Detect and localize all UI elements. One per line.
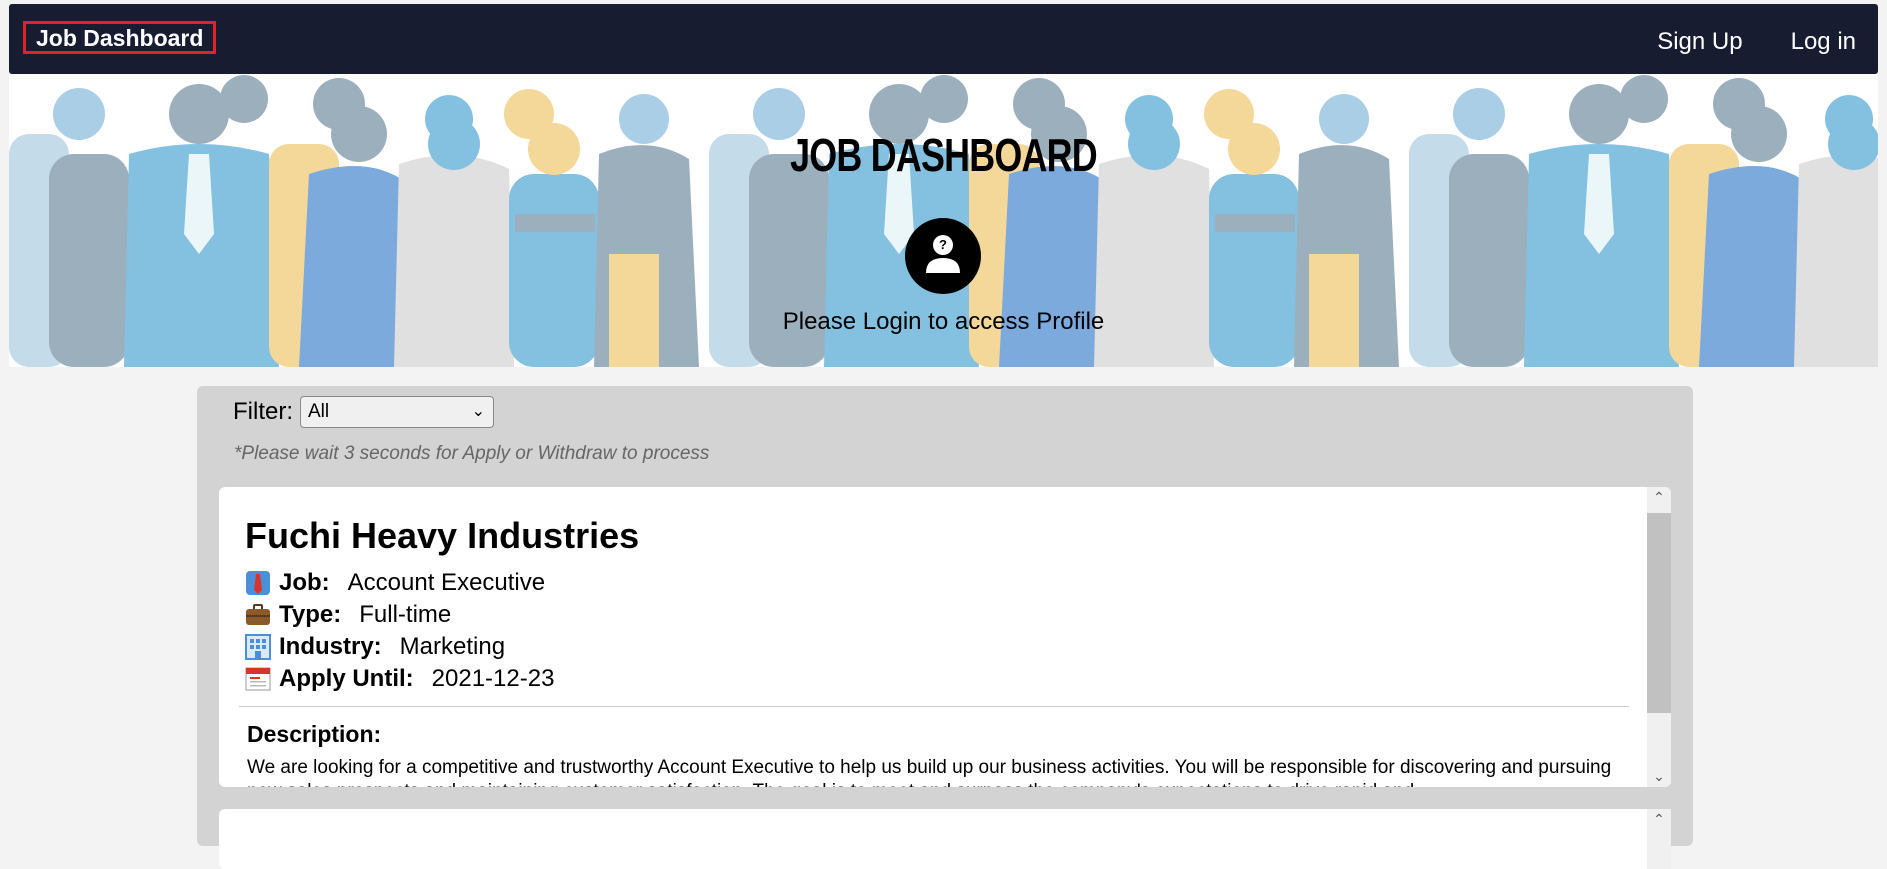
apply-until-label: Apply Until: [279, 665, 414, 692]
filter-selected-value: All [308, 401, 330, 422]
hero-title: JOB DASHBOARD [790, 129, 1098, 181]
apply-until-field: Apply Until: 2021-12-23 [245, 663, 1621, 695]
filter-row: Filter: All ⌄ [233, 396, 494, 428]
user-question-icon: ? [905, 218, 981, 294]
company-name: Fuchi Heavy Industries [245, 515, 640, 556]
card-scrollbar[interactable]: ⌃ [1647, 809, 1671, 869]
office-building-icon [245, 634, 271, 660]
processing-note: *Please wait 3 seconds for Apply or With… [234, 443, 710, 464]
brand-link[interactable]: Job Dashboard [23, 21, 217, 54]
necktie-icon [245, 570, 271, 596]
filter-select[interactable]: All ⌄ [300, 396, 494, 428]
industry-field: Industry: Marketing [245, 631, 1621, 663]
job-label: Job: [279, 569, 330, 596]
chevron-down-icon: ⌄ [471, 403, 485, 420]
login-prompt: Please Login to access Profile [782, 308, 1105, 335]
scrollbar-thumb[interactable] [1647, 513, 1671, 713]
job-card: ⌃ [219, 809, 1671, 869]
industry-value: Marketing [399, 633, 506, 660]
description-text: We are looking for a competitive and tru… [247, 757, 1612, 787]
scroll-down-icon[interactable]: ⌄ [1647, 768, 1671, 785]
hero-banner: JOB DASHBOARD ? Please Login to access P… [9, 74, 1878, 367]
sign-up-link[interactable]: Sign Up [1657, 28, 1742, 56]
card-scrollbar[interactable]: ⌃ ⌄ [1647, 487, 1671, 787]
type-value: Full-time [359, 601, 452, 628]
svg-text:?: ? [939, 237, 947, 252]
description-heading: Description: [247, 721, 382, 747]
type-field: Type: Full-time [245, 599, 1621, 631]
top-navbar: Job Dashboard Sign Up Log in [9, 4, 1878, 74]
scroll-up-icon[interactable]: ⌃ [1647, 811, 1671, 828]
filter-label: Filter: [233, 398, 293, 425]
nav-links: Sign Up Log in [1657, 28, 1856, 56]
industry-label: Industry: [279, 633, 382, 660]
jobs-panel: Filter: All ⌄ *Please wait 3 seconds for… [197, 386, 1693, 869]
briefcase-icon [245, 602, 271, 628]
job-field: Job: Account Executive [245, 567, 1621, 599]
job-card: Fuchi Heavy Industries Job: Account Exec… [219, 487, 1671, 787]
job-value: Account Executive [347, 569, 546, 596]
divider [239, 706, 1629, 707]
calendar-icon [245, 666, 271, 692]
scroll-up-icon[interactable]: ⌃ [1647, 489, 1671, 506]
apply-until-value: 2021-12-23 [431, 665, 555, 692]
log-in-link[interactable]: Log in [1791, 28, 1856, 56]
type-label: Type: [279, 601, 342, 628]
